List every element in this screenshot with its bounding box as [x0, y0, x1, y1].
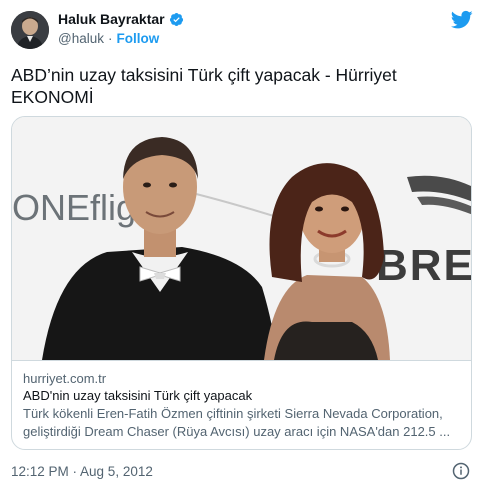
tweet-footer: 12:12 PM · Aug 5, 2012	[11, 462, 472, 482]
separator-dot: ·	[107, 31, 113, 46]
display-name[interactable]: Haluk Bayraktar	[58, 11, 165, 27]
card-body[interactable]: hurriyet.com.tr ABD'nin uzay taksisini T…	[12, 360, 471, 449]
card-description-line2: geliştirdiği Dream Chaser (Rüya Avcısı) …	[23, 424, 451, 439]
twitter-bird-icon[interactable]	[450, 10, 473, 30]
tweet-text: ABD’nin uzay taksisini Türk çift yapacak…	[11, 65, 397, 107]
verified-badge-icon	[169, 12, 184, 27]
tweet-embed: Haluk Bayraktar @haluk · Follow ABD’nin …	[0, 0, 483, 488]
backdrop-text-right: BRE	[376, 241, 472, 290]
tweet-header: Haluk Bayraktar @haluk · Follow	[11, 8, 473, 52]
card-description-line1: Türk kökenli Eren-Fatih Özmen çiftinin ş…	[23, 406, 443, 421]
timestamp[interactable]: 12:12 PM · Aug 5, 2012	[11, 464, 153, 479]
card-image[interactable]: ONEflig BRE	[12, 117, 472, 360]
card-title: ABD'nin uzay taksisini Türk çift yapacak	[23, 388, 253, 403]
info-icon[interactable]	[452, 462, 470, 480]
follow-button[interactable]: Follow	[116, 31, 159, 46]
backdrop-text-left: ONEflig	[12, 187, 136, 228]
handle-row: @haluk · Follow	[58, 31, 159, 46]
avatar[interactable]	[11, 11, 49, 49]
name-row: Haluk Bayraktar	[58, 11, 184, 27]
link-card[interactable]: ONEflig BRE hurriyet.com.tr ABD'nin uzay…	[11, 116, 472, 450]
card-domain: hurriyet.com.tr	[23, 371, 107, 386]
handle[interactable]: @haluk	[58, 31, 104, 46]
